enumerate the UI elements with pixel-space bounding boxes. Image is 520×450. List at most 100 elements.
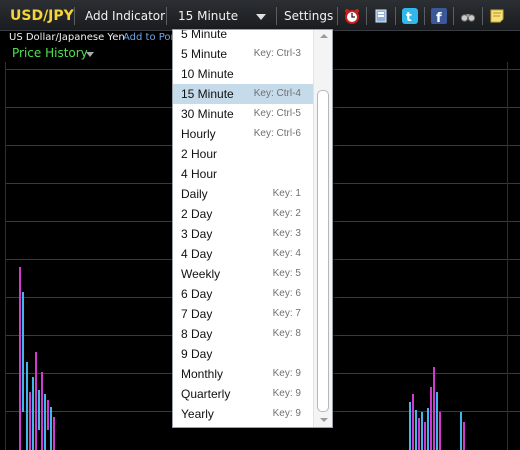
chart-toolbar: USD/JPY Add Indicator 15 Minute Settings… <box>0 0 520 31</box>
interval-option-shortcut: Key: 5 <box>272 268 301 279</box>
twitter-icon[interactable]: t <box>402 8 418 24</box>
facebook-icon[interactable]: f <box>431 8 447 26</box>
binoculars-icon[interactable] <box>460 8 476 24</box>
toolbar-separator <box>337 7 338 25</box>
interval-option[interactable]: Quarterly Key: 9 <box>173 384 313 404</box>
interval-option-label: 6 Day <box>181 287 213 301</box>
alarm-clock-icon[interactable] <box>344 8 360 24</box>
toolbar-separator <box>74 7 75 25</box>
interval-option-label: Quarterly <box>181 387 231 401</box>
candle <box>26 362 28 450</box>
interval-option[interactable]: 10 Minute <box>173 64 313 84</box>
interval-option-label: 4 Hour <box>181 167 218 181</box>
chevron-down-icon <box>256 14 266 20</box>
interval-option[interactable]: 2 Day Key: 2 <box>173 204 313 224</box>
candle <box>50 407 52 450</box>
candle <box>53 417 55 450</box>
interval-option[interactable]: 15 Minute Key: Ctrl-4 <box>173 84 313 104</box>
candle <box>439 412 441 450</box>
interval-option-shortcut: Key: 9 <box>272 388 301 399</box>
interval-option-shortcut: Key: 8 <box>272 328 301 339</box>
interval-option-shortcut: Key: 4 <box>272 248 301 259</box>
interval-option[interactable]: 7 Day Key: 7 <box>173 304 313 324</box>
instrument-name: US Dollar/Japanese Yen <box>9 32 125 43</box>
interval-option[interactable]: 4 Hour <box>173 164 313 184</box>
settings-button[interactable]: Settings <box>284 9 333 23</box>
interval-option-label: Daily <box>181 187 208 201</box>
interval-option[interactable]: 2 Hour <box>173 144 313 164</box>
add-indicator-button[interactable]: Add Indicator <box>85 9 165 23</box>
interval-value: 15 Minute <box>178 9 239 23</box>
menu-scrollbar[interactable] <box>313 30 332 427</box>
interval-option[interactable]: 4 Day Key: 4 <box>173 244 313 264</box>
interval-option[interactable]: 3 Day Key: 3 <box>173 224 313 244</box>
interval-option-shortcut: Key: 9 <box>272 368 301 379</box>
toolbar-separator <box>276 7 277 25</box>
candle <box>424 422 426 450</box>
interval-option[interactable]: Weekly Key: 5 <box>173 264 313 284</box>
interval-option[interactable]: 30 Minute Key: Ctrl-5 <box>173 104 313 124</box>
interval-option[interactable]: Hourly Key: Ctrl-6 <box>173 124 313 144</box>
interval-menu[interactable]: 5 Minute 5 Minute Key: Ctrl-3 10 Minute 15 M… <box>172 29 333 428</box>
interval-option[interactable]: 8 Day Key: 8 <box>173 324 313 344</box>
interval-option-shortcut: Key: 3 <box>272 228 301 239</box>
interval-option-shortcut: Key: 6 <box>272 288 301 299</box>
candle <box>430 387 432 450</box>
toolbar-separator <box>482 7 483 25</box>
candle <box>412 394 414 450</box>
interval-option-label: 15 Minute <box>181 87 234 101</box>
interval-option-label: Yearly <box>181 407 214 421</box>
gridline <box>507 62 508 450</box>
candle <box>433 367 435 450</box>
toolbar-separator <box>424 7 425 25</box>
candle <box>427 408 429 450</box>
candle <box>463 422 465 450</box>
interval-option-shortcut: Key: Ctrl-6 <box>253 128 301 139</box>
scroll-down-icon[interactable] <box>320 418 328 422</box>
candle <box>460 412 462 450</box>
interval-option-shortcut: Key: Ctrl-4 <box>253 88 301 99</box>
interval-option-shortcut: Key: 9 <box>272 408 301 419</box>
add-to-portfolio-link[interactable]: Add to Por <box>123 32 175 43</box>
interval-option-shortcut: Key: 1 <box>272 188 301 199</box>
interval-option-label: 5 Minute <box>181 29 228 41</box>
interval-option-label: 7 Day <box>181 307 213 321</box>
candle <box>421 412 423 450</box>
svg-text:f: f <box>436 11 442 24</box>
candle <box>19 267 21 450</box>
interval-option[interactable]: 9 Day <box>173 344 313 364</box>
interval-option[interactable]: 6 Day Key: 6 <box>173 284 313 304</box>
candle <box>436 392 438 450</box>
interval-option[interactable]: 5 Minute Key: Ctrl-3 <box>173 44 313 64</box>
interval-option-label: 5 Minute <box>181 47 228 61</box>
interval-option-shortcut: Key: 2 <box>272 208 301 219</box>
candle <box>35 352 37 450</box>
candle <box>415 410 417 450</box>
interval-option-label: 10 Minute <box>181 67 234 81</box>
candle <box>29 392 31 450</box>
chevron-down-icon[interactable] <box>86 52 94 57</box>
interval-option[interactable]: Daily Key: 1 <box>173 184 313 204</box>
book-icon[interactable] <box>373 8 389 24</box>
interval-option-label: 9 Day <box>181 347 213 361</box>
scrollbar-thumb[interactable] <box>317 90 329 412</box>
interval-option-shortcut: Key: 7 <box>272 308 301 319</box>
scroll-up-icon[interactable] <box>320 34 328 38</box>
interval-option-label: 30 Minute <box>181 107 234 121</box>
interval-option[interactable]: Monthly Key: 9 <box>173 364 313 384</box>
interval-option-label: 2 Hour <box>181 147 218 161</box>
interval-menu-list: 5 Minute 5 Minute Key: Ctrl-3 10 Minute 15 M… <box>173 29 313 424</box>
price-history-menu[interactable]: Price History <box>12 46 88 60</box>
interval-option-label: Hourly <box>181 127 216 141</box>
interval-option-label: Weekly <box>181 267 221 281</box>
interval-dropdown[interactable]: 15 Minute <box>174 6 272 26</box>
interval-option-label: 2 Day <box>181 207 213 221</box>
interval-option[interactable]: Yearly Key: 9 <box>173 404 313 424</box>
toolbar-separator <box>453 7 454 25</box>
interval-option-label: 3 Day <box>181 227 213 241</box>
candle <box>32 377 34 450</box>
symbol-label[interactable]: USD/JPY <box>10 8 74 24</box>
sticky-note-icon[interactable] <box>489 8 505 24</box>
candle <box>41 372 43 450</box>
interval-option[interactable]: 5 Minute <box>173 29 313 44</box>
